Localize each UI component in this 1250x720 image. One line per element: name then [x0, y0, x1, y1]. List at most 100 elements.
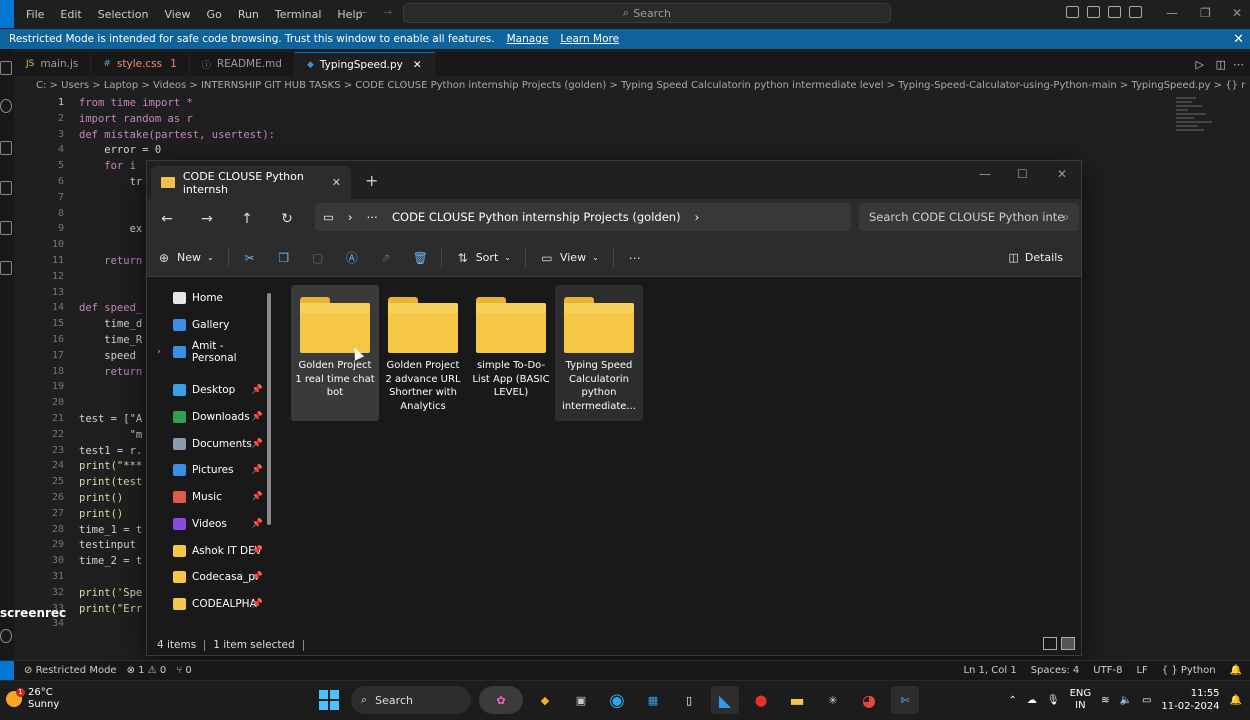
language-mode[interactable]: { } Python	[1162, 665, 1216, 676]
maximize-icon[interactable]: ❐	[1200, 6, 1211, 20]
folder-item[interactable]: Typing Speed Calculatorin python interme…	[555, 285, 643, 421]
notepad-icon[interactable]: ▯	[675, 686, 703, 714]
menu-terminal[interactable]: Terminal	[267, 8, 330, 21]
address-path[interactable]: CODE CLOUSE Python internship Projects (…	[392, 210, 681, 224]
chevron-up-icon[interactable]: ⌃	[1008, 695, 1016, 706]
source-control-icon[interactable]	[0, 141, 12, 155]
volume-icon[interactable]: 🔈	[1120, 695, 1132, 706]
refresh-icon[interactable]: ↻	[267, 211, 307, 227]
remote-indicator[interactable]	[0, 660, 14, 681]
tab-readme[interactable]: ⓘ README.md	[189, 52, 295, 76]
run-icon[interactable]: ▷	[1196, 58, 1204, 71]
rename-button[interactable]: Ⓐ	[335, 251, 369, 265]
battery-icon[interactable]: ▭	[1142, 695, 1151, 706]
copilot-icon[interactable]: ✿	[479, 686, 523, 714]
forward-arrow-icon[interactable]: →	[383, 6, 392, 19]
nav-item-desktop[interactable]: Desktop 📌	[147, 377, 271, 404]
chevron-right-icon[interactable]: ›	[695, 210, 700, 224]
manage-link[interactable]: Manage	[507, 33, 549, 45]
folder-item[interactable]: simple To-Do-List App (BASIC LEVEL)	[467, 285, 555, 421]
copilot-pre-icon[interactable]: ◆	[531, 686, 559, 714]
explorer-maximize-icon[interactable]: ☐	[1017, 167, 1028, 181]
start-button[interactable]	[315, 686, 343, 714]
nav-item-pictures[interactable]: Pictures 📌	[147, 457, 271, 484]
extensions-icon[interactable]	[0, 221, 12, 235]
nav-item-videos[interactable]: Videos 📌	[147, 511, 271, 538]
onedrive-icon[interactable]: ☁	[1027, 695, 1037, 706]
nav-item-codealpha[interactable]: CODEALPHA 📌	[147, 591, 271, 618]
notifications-icon[interactable]: 🔔	[1230, 665, 1242, 676]
clock[interactable]: 11:55 11-02-2024	[1161, 687, 1219, 713]
back-icon[interactable]: ←	[147, 211, 187, 227]
details-view-icon[interactable]	[1043, 637, 1057, 650]
restricted-mode-status[interactable]: ⊘ Restricted Mode	[24, 665, 117, 676]
menu-view[interactable]: View	[156, 8, 198, 21]
tiles-view-icon[interactable]	[1061, 637, 1075, 650]
explorer-icon[interactable]	[0, 61, 12, 75]
split-editor-icon[interactable]: ◫	[1216, 58, 1226, 71]
notification-bell-icon[interactable]: 🔔	[1230, 695, 1242, 706]
more-actions-icon[interactable]: ⋯	[1233, 58, 1244, 71]
code-line[interactable]: from time import *	[79, 97, 275, 113]
view-button[interactable]: ▭ View ⌄	[530, 251, 609, 265]
explorer-minimize-icon[interactable]: —	[979, 167, 991, 181]
screenrec-icon[interactable]: ⬤	[747, 686, 775, 714]
code-line[interactable]: import random as r	[79, 113, 275, 129]
new-button[interactable]: ⊕ New ⌄	[147, 251, 224, 265]
address-bar[interactable]: ▭ › ⋯ CODE CLOUSE Python internship Proj…	[315, 203, 851, 231]
folder-item[interactable]: Golden Project 2 advance URL Shortner wi…	[379, 285, 467, 421]
nav-item-music[interactable]: Music 📌	[147, 484, 271, 511]
testing-icon[interactable]	[0, 261, 12, 275]
minimize-icon[interactable]: —	[1166, 6, 1178, 20]
chrome-icon[interactable]: ◕	[855, 686, 883, 714]
ports-status[interactable]: ⑂ 0	[176, 665, 192, 676]
nav-item-amit-personal[interactable]: › Amit - Personal	[147, 338, 271, 365]
tab-main-js[interactable]: JS main.js	[14, 52, 92, 76]
nav-item-home[interactable]: Home	[147, 285, 271, 312]
microphone-icon[interactable]: 🎙	[1047, 695, 1060, 706]
language-indicator[interactable]: ENG IN	[1070, 688, 1092, 712]
command-center[interactable]: ⌕ Search	[403, 3, 891, 23]
line-ending[interactable]: LF	[1136, 665, 1147, 676]
paste-button[interactable]: ▢	[301, 251, 335, 265]
close-icon[interactable]: ✕	[1232, 6, 1242, 20]
file-explorer-taskbar-icon[interactable]: ▬	[783, 686, 811, 714]
problems-status[interactable]: ⊗ 1 ⚠ 0	[127, 665, 167, 676]
explorer-tab-close-icon[interactable]: ✕	[332, 176, 341, 189]
cut-button[interactable]: ✂	[233, 251, 267, 265]
task-view-icon[interactable]: ▣	[567, 686, 595, 714]
delete-button[interactable]: 🗑	[403, 251, 437, 265]
tab-close-icon[interactable]: ✕	[413, 59, 422, 71]
customize-layout-icon[interactable]	[1129, 6, 1142, 18]
nav-item-codecasa-pr[interactable]: Codecasa_pr 📌	[147, 564, 271, 591]
forward-icon[interactable]: →	[187, 211, 227, 227]
menu-go[interactable]: Go	[199, 8, 230, 21]
nav-item-documents[interactable]: Documents 📌	[147, 430, 271, 457]
snipping-tool-icon[interactable]: ✄	[891, 686, 919, 714]
menu-selection[interactable]: Selection	[90, 8, 157, 21]
explorer-search-box[interactable]: Search CODE CLOUSE Python inte ⌕	[859, 203, 1079, 231]
code-line[interactable]: error = 0	[79, 144, 275, 160]
new-tab-icon[interactable]: +	[365, 171, 378, 190]
up-icon[interactable]: ↑	[227, 211, 267, 227]
nav-item-ashok-it-dev[interactable]: Ashok IT DEV 📌	[147, 537, 271, 564]
cursor-position[interactable]: Ln 1, Col 1	[963, 665, 1016, 676]
explorer-tab[interactable]: CODE CLOUSE Python internsh ✕	[151, 166, 351, 199]
menu-edit[interactable]: Edit	[52, 8, 89, 21]
weather-widget[interactable]: 1 26°C Sunny	[6, 687, 59, 711]
nav-item-gallery[interactable]: Gallery	[147, 312, 271, 339]
store-icon[interactable]: ▦	[639, 686, 667, 714]
back-arrow-icon[interactable]: ←	[358, 6, 367, 19]
minimap[interactable]	[1176, 97, 1216, 147]
toggle-panel-icon[interactable]	[1087, 6, 1100, 18]
nav-item-downloads[interactable]: Downloads 📌	[147, 404, 271, 431]
menu-run[interactable]: Run	[230, 8, 267, 21]
tab-style-css[interactable]: # style.css 1	[91, 52, 190, 76]
expand-chevron-icon[interactable]: ›	[157, 347, 161, 357]
navigation-scrollbar[interactable]	[267, 293, 271, 525]
settings-gear-icon[interactable]	[0, 629, 12, 643]
breadcrumb[interactable]: C: > Users > Laptop > Videos > INTERNSHI…	[14, 80, 1250, 96]
run-debug-icon[interactable]	[0, 181, 12, 195]
see-more-button[interactable]: ⋯	[618, 251, 652, 265]
details-button[interactable]: ◫ Details	[1008, 251, 1063, 264]
